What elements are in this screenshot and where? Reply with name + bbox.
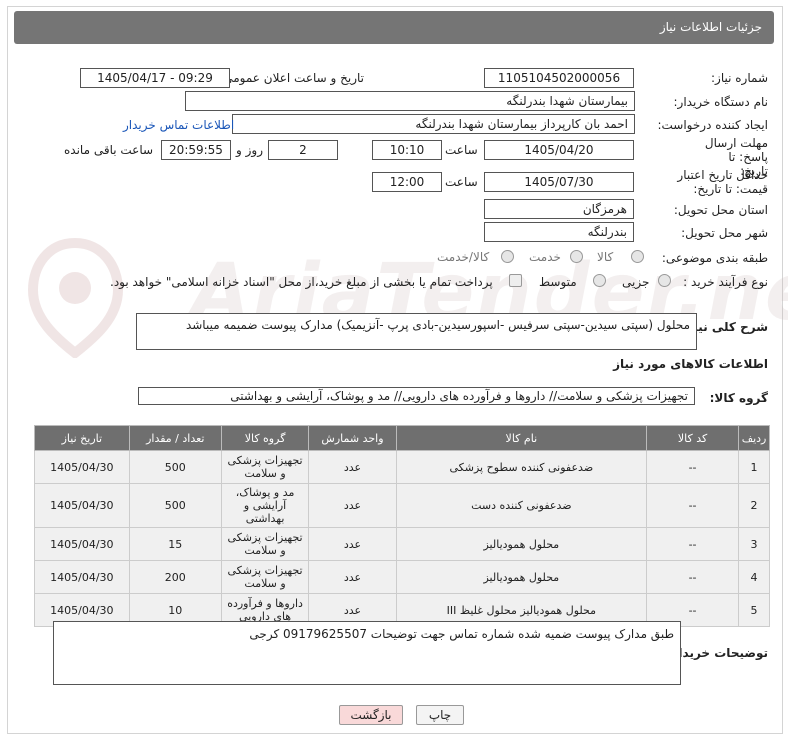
col-quantity: تعداد / مقدار	[128, 425, 222, 451]
deadline-time-label: ساعت	[445, 143, 478, 157]
col-unit: واحد شمارش	[308, 425, 397, 451]
category-service-label: خدمت	[529, 250, 561, 264]
items-section-title: اطلاعات کالاهای مورد نیاز	[613, 357, 768, 371]
cell-row: 4	[738, 560, 770, 594]
category-service-radio[interactable]	[570, 250, 583, 263]
category-both-radio[interactable]	[501, 250, 514, 263]
creator-field: احمد بان کارپرداز بیمارستان شهدا بندرلنگ…	[232, 114, 635, 134]
cell-group: تجهیزات پزشکی و سلامت	[220, 560, 310, 594]
cell-code: --	[646, 483, 740, 528]
validity-time-label: ساعت	[445, 175, 478, 189]
validity-date-field: 1405/07/30	[484, 172, 634, 192]
remaining-label: ساعت باقی مانده	[64, 143, 154, 157]
days-field: 2	[268, 140, 338, 160]
page-title: جزئیات اطلاعات نیاز	[659, 20, 762, 34]
back-button[interactable]: بازگشت	[339, 705, 403, 725]
cell-code: --	[646, 527, 740, 561]
buyer-label: نام دستگاه خریدار:	[673, 95, 769, 109]
goods-group-field: تجهیزات پزشکی و سلامت// داروها و فرآورده…	[138, 387, 695, 405]
cell-group: تجهیزات پزشکی و سلامت	[220, 450, 310, 484]
category-goods-radio[interactable]	[631, 250, 644, 263]
city-label: شهر محل تحویل:	[681, 226, 768, 240]
items-table: ردیف کد کالا نام کالا واحد شمارش گروه کا…	[34, 425, 770, 627]
cell-unit: عدد	[308, 527, 397, 561]
col-group: گروه کالا	[220, 425, 310, 451]
process-minor-label: جزیی	[622, 275, 650, 289]
need-number-field: 1105104502000056	[484, 68, 634, 88]
announce-field: 1405/04/17 - 09:29	[80, 68, 230, 88]
buyer-notes-label: توضیحات خریدار:	[666, 646, 768, 660]
cell-name: ضدعفونی کننده سطوح پزشکی	[395, 450, 648, 484]
description-field: محلول (سپتی سیدین-سپتی سرفیس -اسپورسیدین…	[136, 313, 697, 350]
cell-name: محلول همودیالیز	[395, 560, 648, 594]
col-row: ردیف	[738, 425, 770, 451]
cell-quantity: 500	[128, 450, 222, 484]
cell-row: 2	[738, 483, 770, 528]
cell-quantity: 500	[128, 483, 222, 528]
cell-quantity: 15	[128, 527, 222, 561]
table-header-row: ردیف کد کالا نام کالا واحد شمارش گروه کا…	[34, 425, 770, 451]
watermark-logo-icon	[28, 238, 123, 358]
table-row: 3 -- محلول همودیالیز عدد تجهیزات پزشکی و…	[34, 527, 770, 561]
city-field: بندرلنگه	[484, 222, 634, 242]
province-field: هرمزگان	[484, 199, 634, 219]
treasury-note: پرداخت تمام یا بخشی از مبلغ خرید،از محل …	[110, 275, 493, 289]
days-label: روز و	[236, 143, 263, 157]
cell-date: 1405/04/30	[34, 483, 130, 528]
validity-label: حداقل تاریخ اعتبار قیمت: تا تاریخ:	[677, 168, 768, 196]
table-row: 1 -- ضدعفونی کننده سطوح پزشکی عدد تجهیزا…	[34, 450, 770, 484]
cell-group: تجهیزات پزشکی و سلامت	[220, 527, 310, 561]
cell-code: --	[646, 450, 740, 484]
cell-group: مد و پوشاک، آرایشی و بهداشتی	[220, 483, 310, 528]
cell-date: 1405/04/30	[34, 450, 130, 484]
col-code: کد کالا	[646, 425, 740, 451]
cell-date: 1405/04/30	[34, 527, 130, 561]
need-number-label: شماره نیاز:	[711, 71, 768, 85]
announce-label: تاریخ و ساعت اعلان عمومی:	[219, 71, 364, 85]
cell-row: 5	[738, 593, 770, 627]
province-label: استان محل تحویل:	[673, 203, 768, 217]
col-name: نام کالا	[395, 425, 648, 451]
buyer-contact-link[interactable]: اطلاعات تماس خریدار	[123, 118, 234, 132]
category-both-label: کالا/خدمت	[437, 250, 490, 264]
cell-row: 3	[738, 527, 770, 561]
cell-date: 1405/04/30	[34, 560, 130, 594]
cell-quantity: 200	[128, 560, 222, 594]
process-label: نوع فرآیند خرید :	[683, 275, 768, 289]
goods-group-label: گروه کالا:	[709, 391, 768, 405]
cell-name: محلول همودیالیز	[395, 527, 648, 561]
process-minor-radio[interactable]	[658, 274, 671, 287]
creator-label: ایجاد کننده درخواست:	[657, 118, 768, 132]
remaining-time-field: 20:59:55	[161, 140, 231, 160]
deadline-date-field: 1405/04/20	[484, 140, 634, 160]
category-label: طبقه بندی موضوعی:	[661, 251, 768, 265]
page-header: جزئیات اطلاعات نیاز	[14, 11, 774, 44]
category-goods-label: کالا	[597, 250, 614, 264]
col-date: تاریخ نیاز	[34, 425, 130, 451]
cell-unit: عدد	[308, 483, 397, 528]
cell-name: ضدعفونی کننده دست	[395, 483, 648, 528]
treasury-payment-checkbox[interactable]	[509, 274, 522, 287]
buyer-notes-field: طبق مدارک پیوست ضمیه شده شماره تماس جهت …	[53, 621, 681, 685]
validity-time-field: 12:00	[372, 172, 442, 192]
cell-unit: عدد	[308, 450, 397, 484]
cell-code: --	[646, 560, 740, 594]
buyer-field: بیمارستان شهدا بندرلنگه	[185, 91, 635, 111]
process-medium-label: متوسط	[539, 275, 577, 289]
table-row: 2 -- ضدعفونی کننده دست عدد مد و پوشاک، آ…	[34, 483, 770, 528]
cell-unit: عدد	[308, 560, 397, 594]
table-row: 4 -- محلول همودیالیز عدد تجهیزات پزشکی و…	[34, 560, 770, 594]
print-button[interactable]: چاپ	[416, 705, 464, 725]
deadline-time-field: 10:10	[372, 140, 442, 160]
process-medium-radio[interactable]	[593, 274, 606, 287]
cell-row: 1	[738, 450, 770, 484]
